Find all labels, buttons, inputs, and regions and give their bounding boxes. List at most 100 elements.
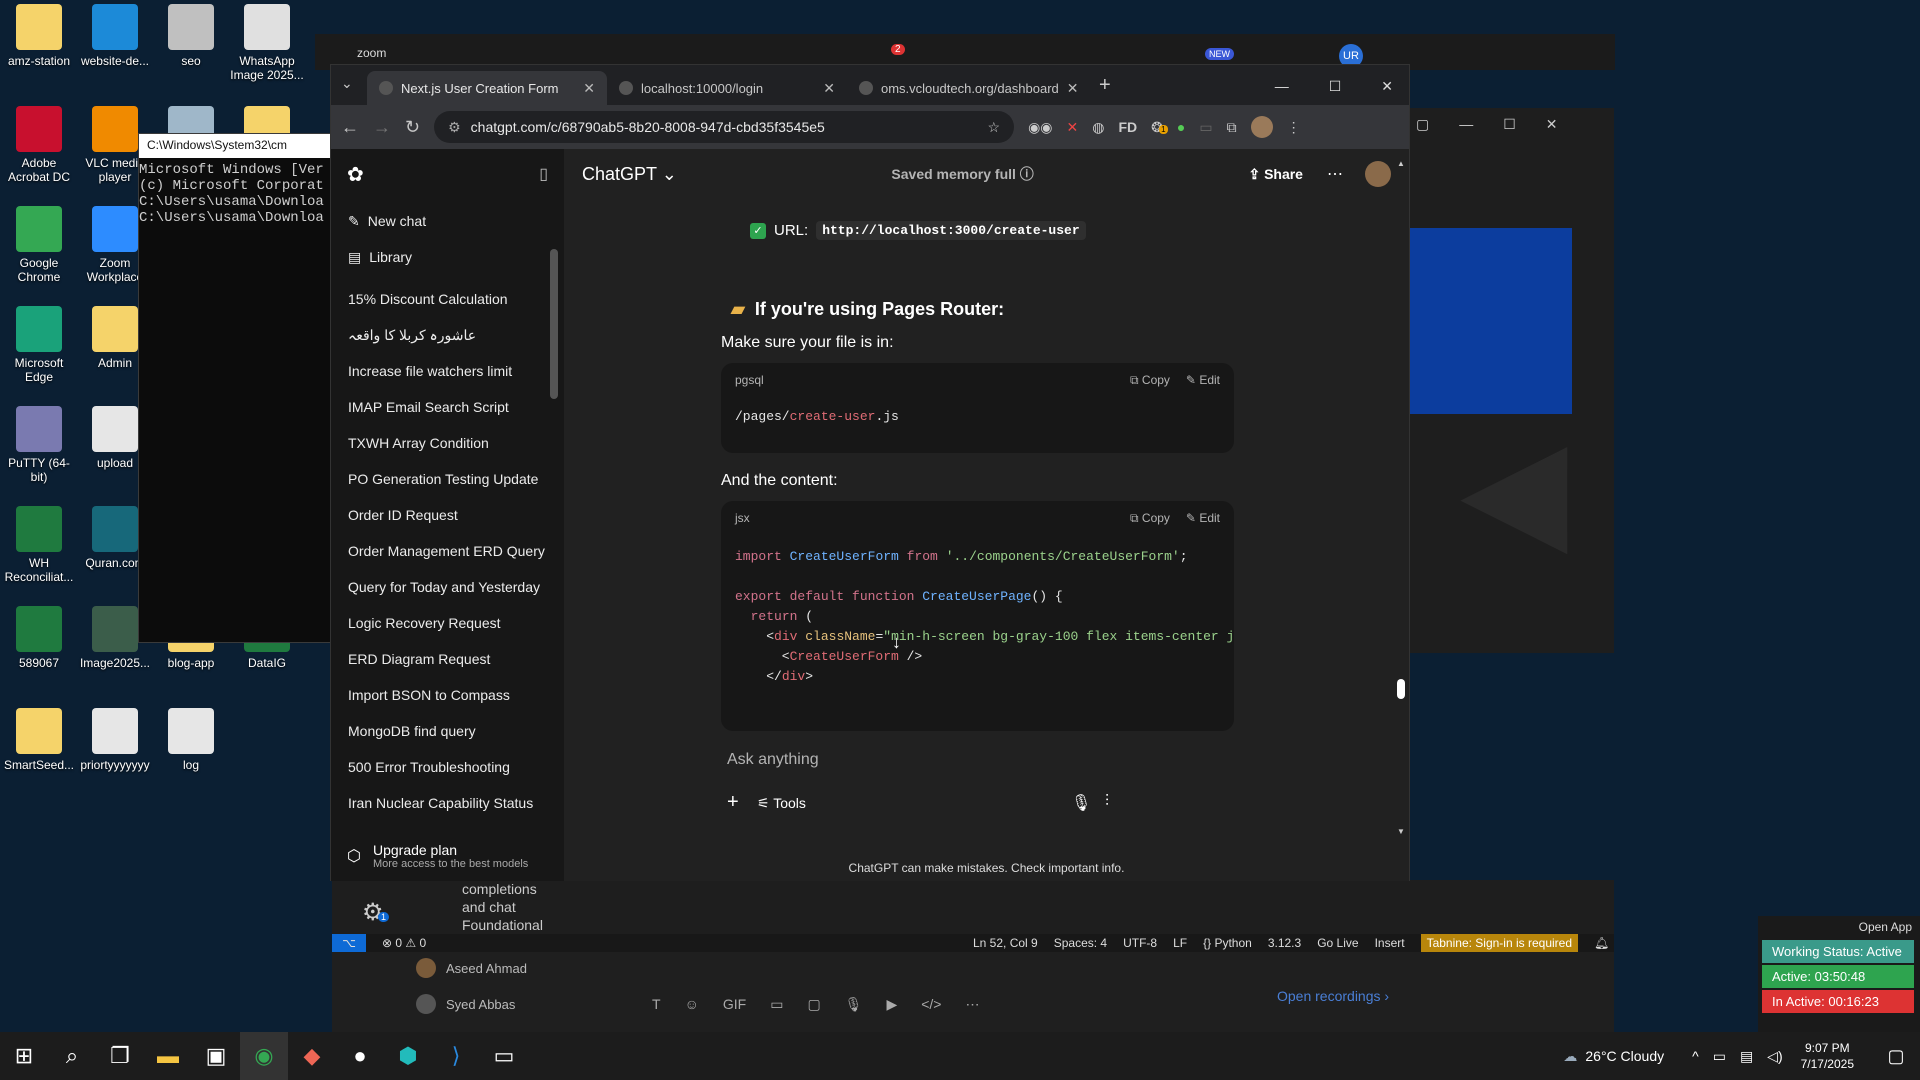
- video-icon[interactable]: ▶: [886, 996, 897, 1013]
- bookmark-star-icon[interactable]: ☆: [988, 119, 1001, 136]
- desktop-icon[interactable]: 589067: [0, 606, 78, 670]
- chat-history-item[interactable]: 15% Discount Calculation: [331, 281, 564, 317]
- go-live[interactable]: Go Live: [1317, 936, 1358, 950]
- maximize-icon[interactable]: ☐: [1329, 78, 1342, 95]
- cursor-position[interactable]: Ln 52, Col 9: [973, 936, 1038, 950]
- tab-close-icon[interactable]: ✕: [1067, 80, 1079, 97]
- desktop-icon[interactable]: Adobe Acrobat DC: [0, 106, 78, 184]
- tools-button[interactable]: ⚟ Tools: [757, 795, 806, 812]
- desktop-icon[interactable]: seo: [152, 4, 230, 68]
- notifications-icon[interactable]: ▢: [1872, 1032, 1920, 1080]
- remote-indicator[interactable]: ⌥: [332, 934, 366, 952]
- network-icon[interactable]: ▤: [1740, 1048, 1753, 1065]
- scroll-up-arrow[interactable]: ▲: [1397, 159, 1405, 168]
- extension-x-icon[interactable]: ✕: [1067, 119, 1079, 136]
- bell-icon[interactable]: 🔔︎: [1594, 936, 1614, 950]
- desktop-icon[interactable]: priortyyyyyyy: [76, 708, 154, 772]
- edit-button[interactable]: ✎ Edit: [1186, 511, 1220, 526]
- weather-widget[interactable]: ☁ 26°C Cloudy: [1563, 1048, 1664, 1065]
- eol[interactable]: LF: [1173, 936, 1187, 950]
- chat-history-item[interactable]: Import BSON to Compass: [331, 677, 564, 713]
- gif-button[interactable]: GIF: [723, 996, 746, 1013]
- python-version[interactable]: 3.12.3: [1268, 936, 1301, 950]
- add-attachment-icon[interactable]: +: [727, 791, 739, 814]
- tray-overflow-icon[interactable]: ^: [1692, 1048, 1699, 1065]
- toggle-sidebar-icon[interactable]: ▯: [539, 164, 548, 184]
- tab-oms[interactable]: oms.vcloudtech.org/dashboard ✕: [847, 71, 1087, 105]
- mic-icon[interactable]: 🎙︎: [1071, 793, 1091, 813]
- close-icon[interactable]: ✕: [1546, 116, 1558, 133]
- app-taskbar-icon[interactable]: ●: [336, 1032, 384, 1080]
- new-chat-button[interactable]: ✎ New chat: [331, 203, 564, 239]
- extension-green-icon[interactable]: ●: [1177, 119, 1185, 135]
- encoding[interactable]: UTF-8: [1123, 936, 1157, 950]
- chat-history-item[interactable]: IMAP Email Search Script: [331, 389, 564, 425]
- chrome-window[interactable]: ⌄ Next.js User Creation Form ✕ localhost…: [330, 64, 1410, 881]
- chat-history-item[interactable]: ERD Diagram Request: [331, 641, 564, 677]
- terminal-taskbar-icon[interactable]: ▭: [480, 1032, 528, 1080]
- maximize-icon[interactable]: ☐: [1503, 116, 1516, 133]
- reload-icon[interactable]: ↻: [405, 117, 420, 138]
- chat-person[interactable]: Syed Abbas: [416, 994, 515, 1014]
- library-button[interactable]: ▤ Library: [331, 239, 564, 275]
- model-selector[interactable]: ChatGPT ⌄: [582, 164, 677, 185]
- more-icon[interactable]: ⋯: [965, 996, 979, 1013]
- layout-icon[interactable]: ▢: [1416, 116, 1429, 133]
- store-icon[interactable]: ▣: [192, 1032, 240, 1080]
- start-button[interactable]: ⊞: [0, 1032, 48, 1080]
- format-icon[interactable]: T: [652, 996, 661, 1013]
- scroll-down-arrow[interactable]: ▼: [1397, 827, 1405, 836]
- mic-icon[interactable]: 🎙︎: [845, 996, 863, 1013]
- loop-icon[interactable]: ▢: [807, 996, 820, 1013]
- extension-globe-icon[interactable]: ◍: [1092, 119, 1104, 136]
- desktop-icon[interactable]: Google Chrome: [0, 206, 78, 284]
- openai-logo-icon[interactable]: ✿: [347, 162, 364, 187]
- battery-icon[interactable]: ▭: [1713, 1048, 1726, 1065]
- edit-button[interactable]: ✎ Edit: [1186, 373, 1220, 388]
- tab-close-icon[interactable]: ✕: [583, 80, 595, 97]
- extension-fd[interactable]: FD: [1118, 119, 1137, 135]
- new-tab-button[interactable]: +: [1087, 74, 1123, 105]
- close-icon[interactable]: ✕: [1381, 78, 1393, 95]
- zoom-taskbar-icon[interactable]: ◆: [288, 1032, 336, 1080]
- upgrade-plan-button[interactable]: ⬡ Upgrade plan More access to the best m…: [331, 831, 564, 881]
- forward-icon[interactable]: →: [373, 117, 391, 138]
- postman-taskbar-icon[interactable]: ⬢: [384, 1032, 432, 1080]
- chat-history-item[interactable]: Query for Today and Yesterday: [331, 569, 564, 605]
- chrome-taskbar-icon[interactable]: ◉: [240, 1032, 288, 1080]
- chat-history-item[interactable]: Order ID Request: [331, 497, 564, 533]
- indentation[interactable]: Spaces: 4: [1054, 936, 1107, 950]
- open-recordings[interactable]: Open recordings ›: [1277, 988, 1389, 1004]
- tab-search-icon[interactable]: ⌄: [341, 75, 353, 92]
- tab-nextjs[interactable]: Next.js User Creation Form ✕: [367, 71, 607, 105]
- sidebar-scrollbar[interactable]: [550, 249, 558, 399]
- chat-history-item[interactable]: 500 Error Troubleshooting: [331, 749, 564, 785]
- desktop-icon[interactable]: log: [152, 708, 230, 772]
- extension-cookie-icon[interactable]: ❂ 1: [1151, 119, 1168, 136]
- user-avatar[interactable]: [1364, 161, 1391, 187]
- back-icon[interactable]: ←: [341, 117, 359, 138]
- chat-history-item[interactable]: Logic Recovery Request: [331, 605, 564, 641]
- extension-glasses-icon[interactable]: ◉◉: [1028, 119, 1052, 136]
- volume-icon[interactable]: ◁): [1767, 1048, 1782, 1065]
- language-mode[interactable]: {} Python: [1203, 936, 1252, 950]
- desktop-icon[interactable]: WH Reconciliat...: [0, 506, 78, 584]
- attach-icon[interactable]: ▭: [770, 996, 783, 1013]
- minimize-icon[interactable]: —: [1275, 78, 1289, 95]
- task-view-icon[interactable]: ❐: [96, 1032, 144, 1080]
- open-app-link[interactable]: Open App: [1758, 916, 1920, 938]
- desktop-icon[interactable]: WhatsApp Image 2025...: [228, 4, 306, 82]
- minimize-icon[interactable]: —: [1459, 116, 1473, 132]
- share-button[interactable]: ⇪ Share: [1248, 166, 1303, 183]
- file-explorer-icon[interactable]: ▬: [144, 1032, 192, 1080]
- chat-person[interactable]: Aseed Ahmad: [416, 958, 527, 978]
- voice-mode-icon[interactable]: ⫶: [1105, 793, 1109, 811]
- extension-box-icon[interactable]: ▭: [1199, 119, 1212, 136]
- chat-history-item[interactable]: Iran Nuclear Capability Status: [331, 785, 564, 821]
- vscode-window[interactable]: ▢ — ☐ ✕ ◀: [1400, 108, 1614, 653]
- chat-history-item[interactable]: عاشورہ کربلا کا واقعہ: [331, 317, 564, 353]
- copy-button[interactable]: ⧉ Copy: [1130, 373, 1170, 388]
- chat-history-item[interactable]: Order Management ERD Query: [331, 533, 564, 569]
- tab-localhost[interactable]: localhost:10000/login ✕: [607, 71, 847, 105]
- tab-close-icon[interactable]: ✕: [823, 80, 835, 97]
